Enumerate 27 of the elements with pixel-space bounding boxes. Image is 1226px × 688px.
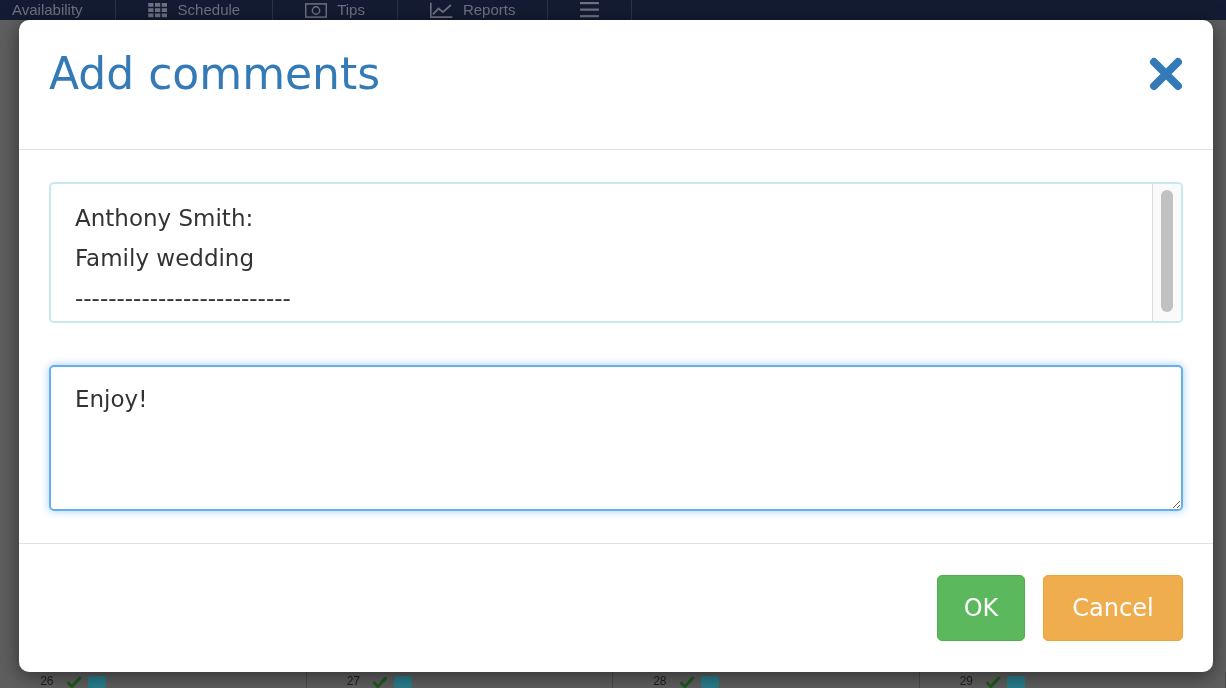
check-icon xyxy=(65,675,82,688)
nav-link[interactable]: Reports xyxy=(462,1,516,19)
check-icon xyxy=(678,675,695,688)
history-line: -------------------------- xyxy=(75,284,292,313)
comment-input[interactable]: Enjoy! xyxy=(49,365,1183,511)
cancel-button[interactable]: Cancel xyxy=(1043,575,1183,641)
comment-history-field[interactable]: Anthony Smith: Family wedding -------------------------- xyxy=(49,182,1183,323)
nav-link[interactable]: Schedule xyxy=(177,1,241,19)
close-button[interactable] xyxy=(1149,56,1183,91)
ok-button[interactable]: OK xyxy=(937,575,1025,641)
banknote-icon xyxy=(305,2,328,18)
day-number: 26 xyxy=(40,674,54,688)
grid-icon xyxy=(147,2,168,18)
nav-link[interactable]: Tips xyxy=(337,1,365,19)
check-icon xyxy=(372,675,388,688)
history-line: Family wedding xyxy=(75,244,256,273)
nav-link[interactable]: Availability xyxy=(12,1,83,19)
day-number: 29 xyxy=(959,674,973,688)
line-chart-icon xyxy=(429,2,453,18)
day-number: 28 xyxy=(653,674,667,688)
history-line: Anthony Smith: xyxy=(75,204,255,233)
day-number: 27 xyxy=(346,674,360,688)
scrollbar-thumb[interactable] xyxy=(1161,190,1173,312)
dialog-title: Add comments xyxy=(49,48,381,99)
menu-icon[interactable] xyxy=(580,2,600,18)
check-icon xyxy=(985,675,1001,688)
close-icon xyxy=(1149,56,1183,91)
